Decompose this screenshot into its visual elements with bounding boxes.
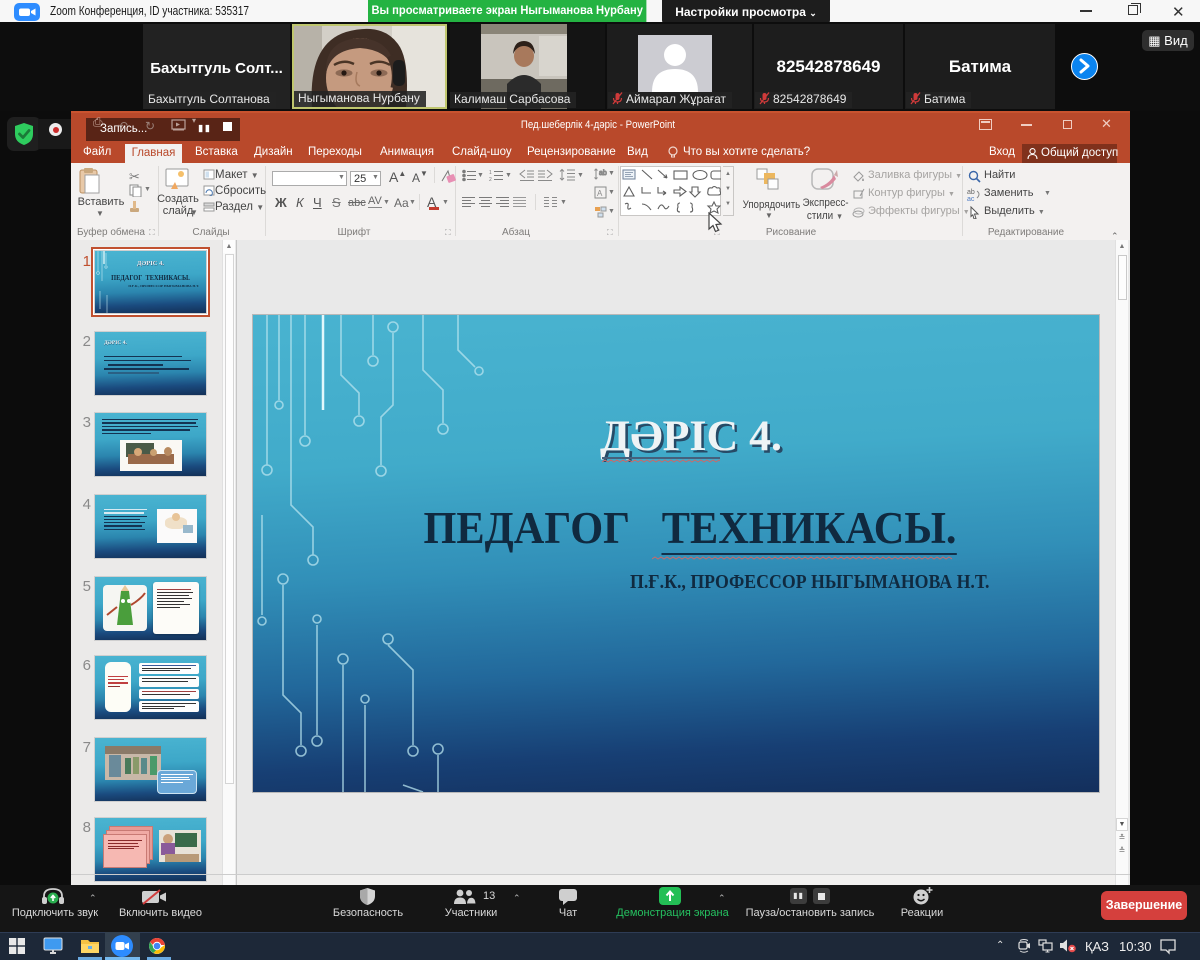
svg-text:ab: ab — [967, 189, 975, 196]
svg-text:1: 1 — [489, 170, 492, 176]
svg-text:A: A — [597, 189, 603, 198]
svg-text:2: 2 — [489, 177, 492, 182]
svg-text:ab: ab — [599, 170, 607, 177]
svg-text:ac: ac — [967, 196, 975, 201]
